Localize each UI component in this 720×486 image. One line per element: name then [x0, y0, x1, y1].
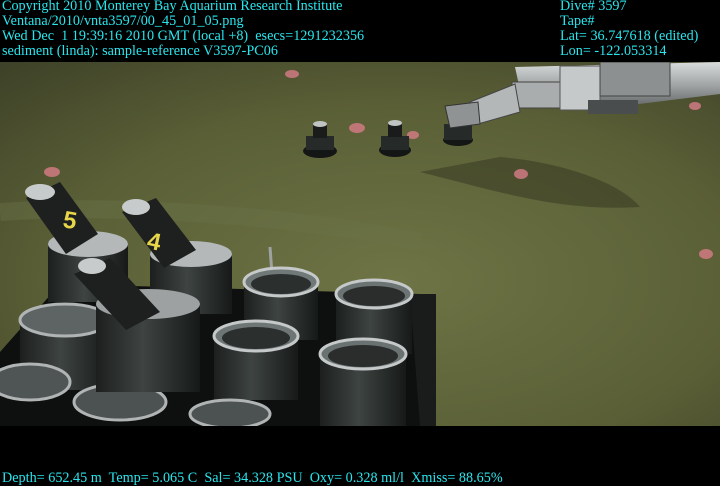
- longitude-text: Lon= -122.053314: [560, 43, 667, 59]
- empty-core-tube: [318, 337, 408, 426]
- dive-number-text: Dive# 3597: [560, 0, 627, 14]
- annotation-text: sediment (linda): sample-reference V3597…: [2, 43, 278, 59]
- timestamp-text: Wed Dec 1 19:39:16 2010 GMT (local +8) e…: [2, 28, 365, 44]
- copyright-text: Copyright 2010 Monterey Bay Aquarium Res…: [2, 0, 343, 14]
- telemetry-text: Depth= 652.45 m Temp= 5.065 C Sal= 34.32…: [2, 470, 503, 486]
- tape-number-text: Tape#: [560, 13, 595, 29]
- seafloor-scene-image: 5 4: [0, 62, 720, 426]
- latitude-text: Lat= 36.747618 (edited): [560, 28, 699, 44]
- seafloor-photo: 5 4: [0, 62, 720, 426]
- file-path-text: Ventana/2010/vnta3597/00_45_01_05.png: [2, 13, 244, 29]
- empty-core-tube: [212, 319, 300, 400]
